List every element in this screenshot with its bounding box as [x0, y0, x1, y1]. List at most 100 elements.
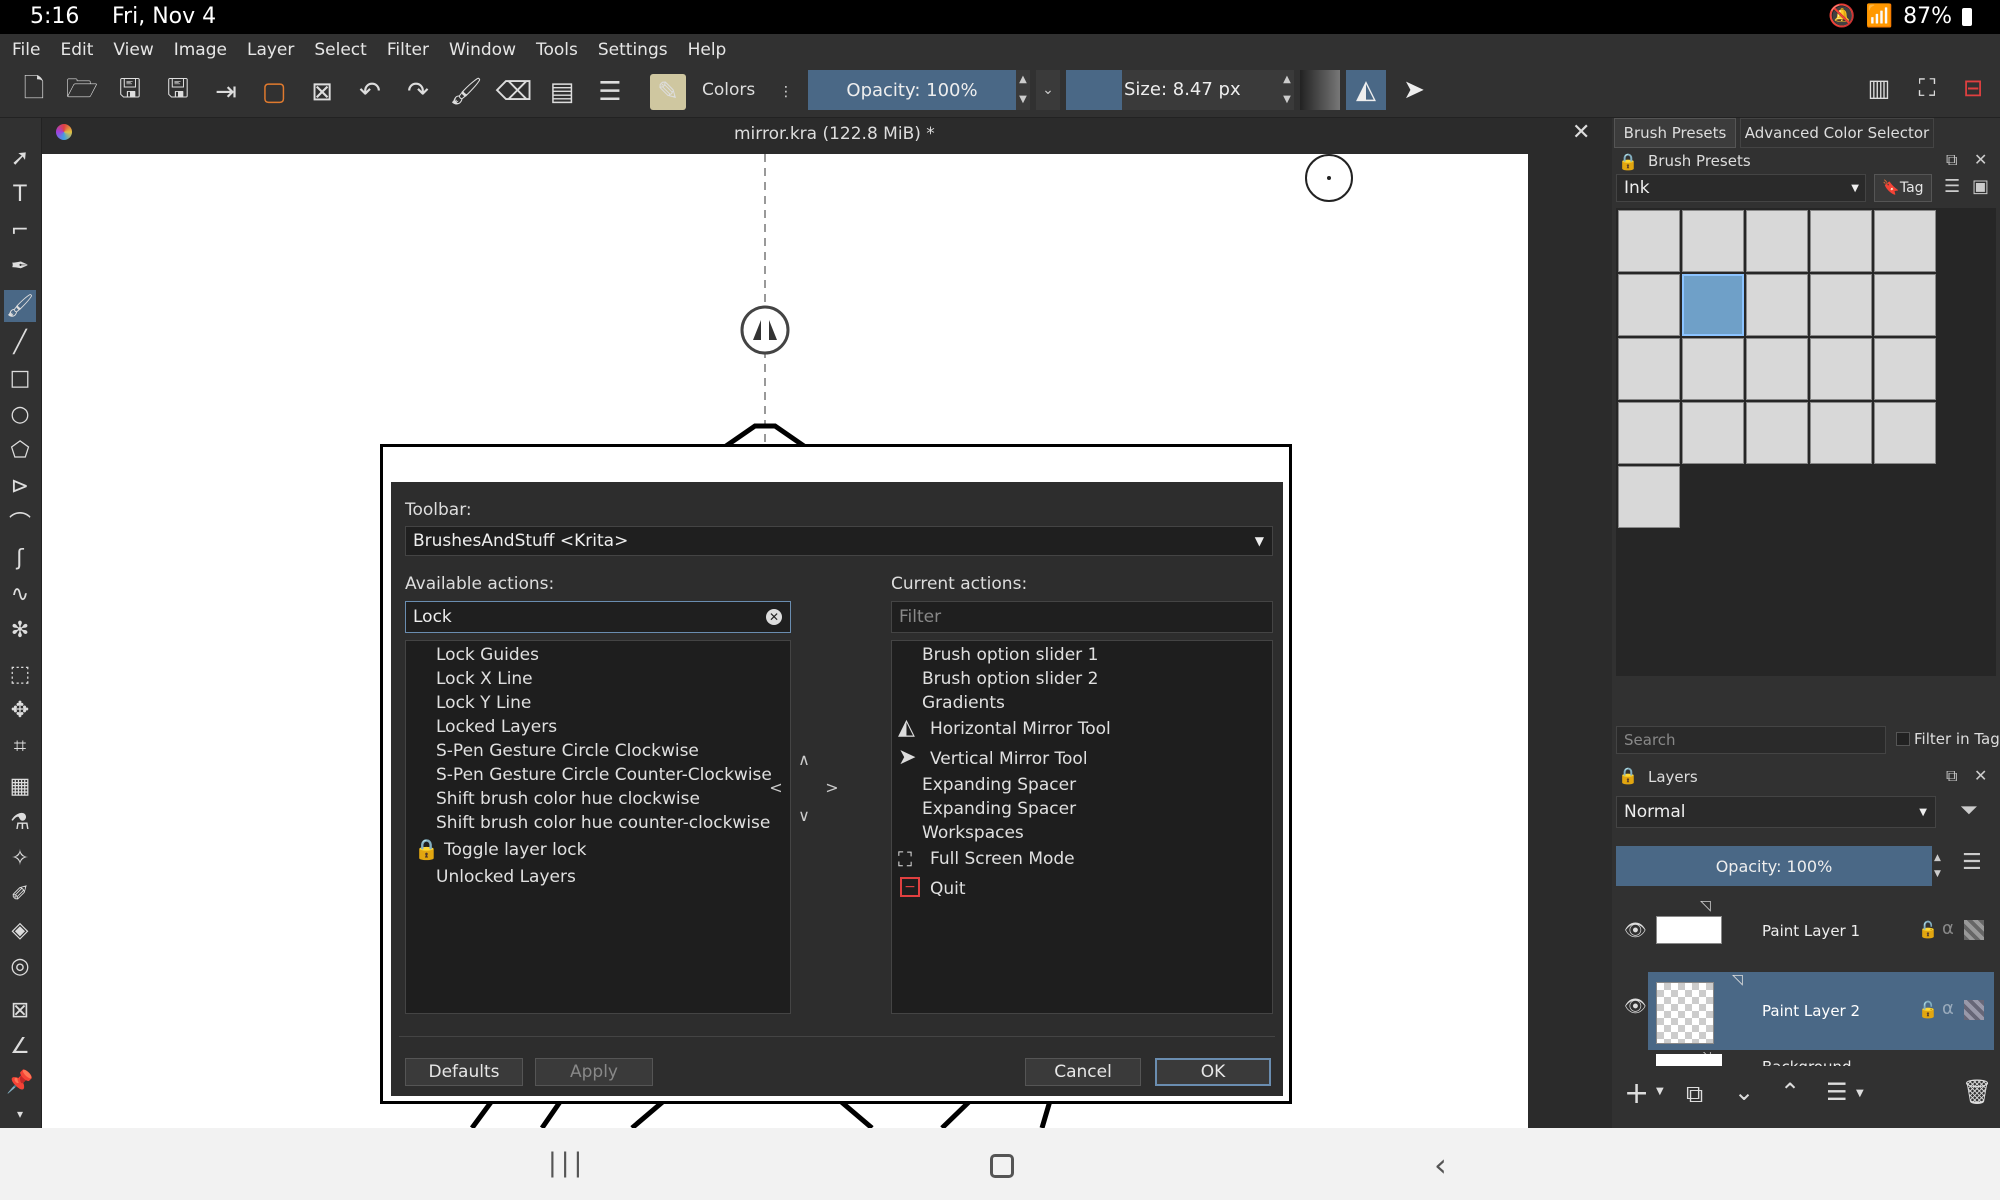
- available-filter-input[interactable]: Lock ✕: [405, 601, 791, 633]
- list-item[interactable]: Expanding Spacer: [922, 775, 1076, 795]
- list-item[interactable]: Lock Y Line: [436, 693, 531, 713]
- preset-fountain-pen[interactable]: [1618, 274, 1680, 336]
- opacity-slider[interactable]: Opacity: 100%: [808, 70, 1016, 110]
- layer-menu-icon[interactable]: ☰: [1962, 850, 1982, 875]
- size-spin-icon[interactable]: ▲ ▼: [1280, 70, 1294, 110]
- transform-tool-icon[interactable]: ⬚: [4, 658, 36, 690]
- tab-brush-presets[interactable]: Brush Presets: [1614, 118, 1736, 148]
- defaults-button[interactable]: Defaults: [405, 1058, 523, 1086]
- size-slider[interactable]: Size: 8.47 px: [1122, 70, 1280, 110]
- export-icon[interactable]: ⇥: [208, 74, 244, 110]
- preset-brush-pen[interactable]: [1874, 274, 1936, 336]
- list-item[interactable]: Full Screen Mode: [930, 849, 1075, 869]
- current-actions-list[interactable]: Brush option slider 1 Brush option slide…: [891, 640, 1273, 1014]
- save-icon[interactable]: 🖫: [112, 74, 148, 110]
- layer-row[interactable]: ◹ Background: [1616, 1052, 1996, 1066]
- list-item[interactable]: Lock X Line: [436, 669, 533, 689]
- preset-splatter[interactable]: [1682, 402, 1744, 464]
- color-picker-icon[interactable]: ⚗: [4, 806, 36, 838]
- edit-shapes-icon[interactable]: ⌐: [4, 214, 36, 246]
- menu-image[interactable]: Image: [174, 40, 227, 60]
- tag-select[interactable]: Ink ▼: [1616, 174, 1866, 202]
- list-item[interactable]: Workspaces: [922, 823, 1024, 843]
- menu-file[interactable]: File: [12, 40, 40, 60]
- list-item[interactable]: Brush option slider 2: [922, 669, 1098, 689]
- preset-halftone-1[interactable]: [1810, 338, 1872, 400]
- preset-spray[interactable]: [1746, 402, 1808, 464]
- preset-ink-dip[interactable]: [1810, 210, 1872, 272]
- smart-patch-icon[interactable]: ✧: [4, 842, 36, 874]
- brush-icon[interactable]: 🖌: [448, 74, 484, 110]
- opacity-menu-icon[interactable]: ⌄: [1036, 70, 1060, 110]
- horizontal-mirror-icon[interactable]: ◭: [1346, 70, 1386, 110]
- redo-icon[interactable]: ↷: [400, 74, 436, 110]
- vertical-mirror-icon[interactable]: ➤: [1394, 70, 1434, 110]
- preset-dots[interactable]: [1810, 402, 1872, 464]
- inherit-alpha-icon[interactable]: [1964, 920, 1984, 940]
- toolbar-select[interactable]: BrushesAndStuff <Krita> ▼: [405, 526, 1273, 556]
- brush-preset-icon[interactable]: ✎: [650, 74, 686, 110]
- preset-ink-brush[interactable]: [1746, 210, 1808, 272]
- preset-nib[interactable]: [1746, 274, 1808, 336]
- menu-window[interactable]: Window: [449, 40, 516, 60]
- lock-icon[interactable]: 🔓: [1918, 920, 1938, 939]
- list-item[interactable]: Toggle layer lock: [444, 840, 586, 860]
- docker-lock-icon[interactable]: 🔒: [1618, 152, 1638, 171]
- fullscreen-icon[interactable]: ⛶: [1910, 74, 1944, 108]
- gradient-icon[interactable]: [1300, 70, 1340, 110]
- layer-properties-dropdown-icon[interactable]: ▼: [1856, 1088, 1864, 1099]
- save-incremental-icon[interactable]: 🖫: [160, 74, 196, 110]
- close-docker-icon[interactable]: ✕: [1974, 150, 1987, 169]
- close-docker-icon[interactable]: ✕: [1974, 766, 1987, 785]
- list-item[interactable]: Locked Layers: [436, 717, 557, 737]
- multibrush-icon[interactable]: ✻: [4, 614, 36, 646]
- workspaces-icon[interactable]: ▥: [1862, 74, 1896, 108]
- add-layer-dropdown-icon[interactable]: ▼: [1656, 1086, 1664, 1097]
- preset-eraser[interactable]: [1618, 210, 1680, 272]
- home-icon[interactable]: [990, 1154, 1014, 1178]
- eye-icon[interactable]: 👁: [1624, 996, 1647, 1017]
- menu-view[interactable]: View: [113, 40, 153, 60]
- brush-settings-icon[interactable]: ☰: [592, 74, 628, 110]
- preset-selected-pen[interactable]: [1682, 274, 1744, 336]
- apply-button[interactable]: Apply: [535, 1058, 653, 1086]
- delete-layer-icon[interactable]: 🗑: [1962, 1078, 1992, 1106]
- menu-help[interactable]: Help: [688, 40, 727, 60]
- preset-ink-fine[interactable]: [1874, 210, 1936, 272]
- list-item[interactable]: S-Pen Gesture Circle Counter-Clockwise: [436, 765, 772, 785]
- undo-icon[interactable]: ↶: [352, 74, 388, 110]
- fill-tool-icon[interactable]: ◈: [4, 914, 36, 946]
- crop-tool-icon[interactable]: ⌗: [4, 730, 36, 762]
- layer-properties-icon[interactable]: ☰: [1826, 1078, 1848, 1106]
- move-layer-down-icon[interactable]: ⌄: [1734, 1078, 1754, 1106]
- add-layer-icon[interactable]: +: [1624, 1076, 1649, 1111]
- preset-marker[interactable]: [1810, 274, 1872, 336]
- move-right-icon[interactable]: >: [821, 778, 843, 800]
- ellipse-tool-icon[interactable]: ○: [4, 398, 36, 430]
- lock-icon[interactable]: 🔓: [1918, 1000, 1938, 1019]
- alpha-lock-icon[interactable]: α: [1942, 918, 1954, 939]
- freehand-path-icon[interactable]: ʃ: [4, 542, 36, 574]
- list-item[interactable]: Vertical Mirror Tool: [930, 749, 1088, 769]
- list-item[interactable]: Horizontal Mirror Tool: [930, 719, 1111, 739]
- dynamic-brush-icon[interactable]: ∿: [4, 578, 36, 610]
- measure-tool-icon[interactable]: ∠: [4, 1030, 36, 1062]
- line-tool-icon[interactable]: ╱: [4, 326, 36, 358]
- list-item[interactable]: Unlocked Layers: [436, 867, 576, 887]
- view-options-icon[interactable]: ☰: [1944, 176, 1960, 197]
- polyline-tool-icon[interactable]: ⊳: [4, 470, 36, 502]
- recent-apps-icon[interactable]: |||: [548, 1148, 586, 1178]
- colors-dropdown-icon[interactable]: ⋮: [776, 74, 796, 110]
- assistant-tool-icon[interactable]: ⊠: [4, 994, 36, 1026]
- colorize-mask-icon[interactable]: ✐: [4, 878, 36, 910]
- tag-button[interactable]: 🔖 Tag: [1874, 174, 1932, 202]
- layer-row[interactable]: 👁 ◹ Paint Layer 1 🔓 α: [1616, 898, 1996, 972]
- toolbox-scroll-icon[interactable]: ▾: [4, 1098, 36, 1130]
- text-tool-icon[interactable]: T: [4, 178, 36, 210]
- enclose-fill-icon[interactable]: ◎: [4, 950, 36, 982]
- storage-icon[interactable]: ▣: [1972, 176, 1989, 197]
- list-item[interactable]: Shift brush color hue clockwise: [436, 789, 700, 809]
- layer-row-selected[interactable]: 👁 ◹ Paint Layer 2 🔓 α: [1624, 972, 1994, 1050]
- move-tool-icon[interactable]: ✥: [4, 694, 36, 726]
- inherit-alpha-icon[interactable]: [1964, 1000, 1984, 1020]
